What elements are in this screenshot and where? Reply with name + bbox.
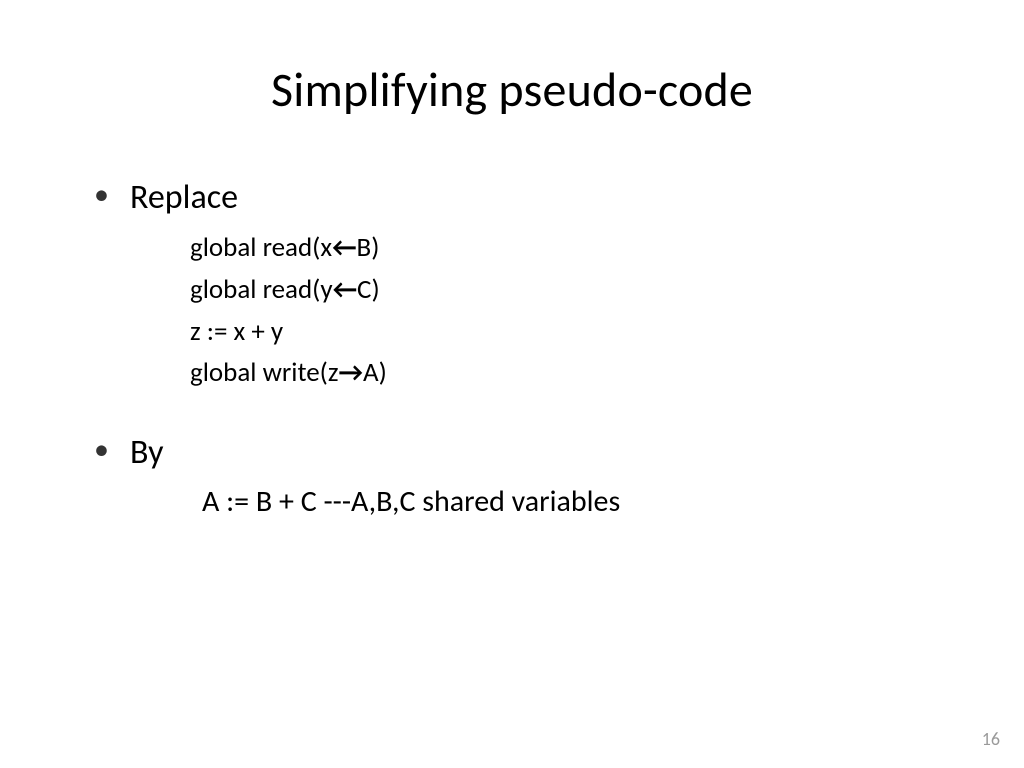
result-line: A := B + C ---A,B,C shared variables — [202, 483, 620, 520]
pseudocode-after: A := B + C ---A,B,C shared variables — [202, 482, 954, 523]
code-line-2-post: C) — [357, 273, 380, 306]
pseudocode-before: global read(x←B) global read(y←C) z := x… — [190, 227, 954, 394]
code-line-3: z := x + y — [190, 311, 954, 353]
code-line-4-pre: global write(z — [190, 356, 339, 389]
arrow-left-icon: ← — [332, 231, 356, 264]
arrow-left-icon: ← — [333, 273, 357, 306]
slide: Simplifying pseudo-code Replace global r… — [0, 0, 1024, 768]
slide-title: Simplifying pseudo-code — [70, 60, 954, 119]
bullet-replace: Replace global read(x←B) global read(y←C… — [94, 175, 954, 394]
code-line-1: global read(x←B) — [190, 227, 954, 269]
bullets-list: Replace global read(x←B) global read(y←C… — [70, 175, 954, 523]
code-line-2: global read(y←C) — [190, 269, 954, 311]
code-line-2-pre: global read(y — [190, 273, 333, 306]
arrow-right-icon: → — [339, 356, 363, 389]
bullet-by: By A := B + C ---A,B,C shared variables — [94, 430, 954, 522]
bullet-replace-label: Replace — [130, 177, 238, 218]
code-line-1-post: B) — [357, 231, 380, 264]
page-number: 16 — [982, 728, 1000, 750]
bullet-by-label: By — [130, 432, 164, 473]
code-line-4: global write(z→A) — [190, 352, 954, 394]
code-line-1-pre: global read(x — [190, 231, 332, 264]
code-line-4-post: A) — [363, 356, 387, 389]
